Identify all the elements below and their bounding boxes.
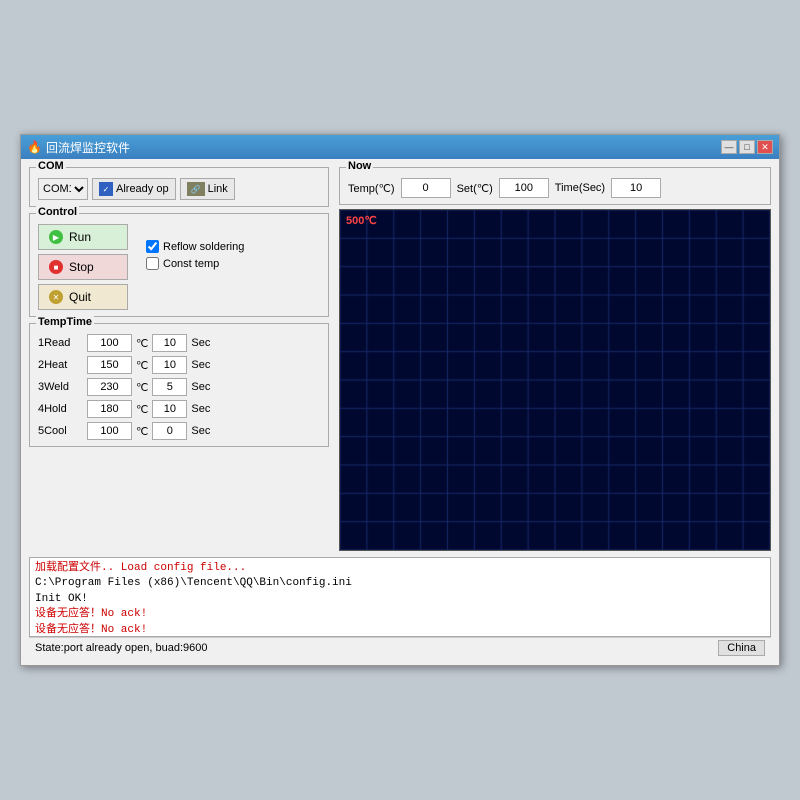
temp-unit: ℃: [136, 337, 148, 350]
control-row: ▶ Run ■ Stop ✕ Quit: [38, 220, 320, 310]
time-label: Time(Sec): [555, 182, 605, 194]
temp-time-row: 2Heat ℃ Sec: [38, 356, 320, 374]
quit-button[interactable]: ✕ Quit: [38, 284, 128, 310]
consttemp-checkbox[interactable]: [146, 257, 159, 270]
title-controls: — □ ✕: [721, 140, 773, 154]
com-group: COM COM1 COM2 COM3 ✓ Already op 🔗: [29, 167, 329, 207]
temp-time-row: 3Weld ℃ Sec: [38, 378, 320, 396]
title-bar: 🔥 回流焊监控软件 — □ ✕: [21, 135, 779, 159]
main-content: COM COM1 COM2 COM3 ✓ Already op 🔗: [21, 159, 779, 665]
control-group: Control ▶ Run ■ Stop: [29, 213, 329, 317]
run-button[interactable]: ▶ Run: [38, 224, 128, 250]
check-icon: ✓: [99, 182, 113, 196]
right-panel: Now Temp(℃) Set(℃) Time(Sec) 500℃: [339, 167, 771, 551]
link-icon: 🔗: [187, 182, 205, 196]
temp-unit: ℃: [136, 359, 148, 372]
link-label: Link: [208, 183, 228, 195]
temp-row-name: 1Read: [38, 337, 83, 349]
log-line: 加载配置文件.. Load config file...: [35, 561, 765, 576]
time-input[interactable]: [611, 178, 661, 198]
title-left: 🔥 回流焊监控软件: [27, 139, 130, 156]
temp-unit: ℃: [136, 381, 148, 394]
now-group-label: Now: [346, 160, 373, 172]
reflow-checkbox[interactable]: [146, 240, 159, 253]
temp-row-name: 4Hold: [38, 403, 83, 415]
temp-row-temp-input[interactable]: [87, 334, 132, 352]
temp-time-row: 1Read ℃ Sec: [38, 334, 320, 352]
minimize-button[interactable]: —: [721, 140, 737, 154]
com-group-label: COM: [36, 160, 66, 172]
temp-row-sec-input[interactable]: [152, 334, 187, 352]
temperature-chart: [340, 210, 770, 550]
consttemp-label: Const temp: [163, 258, 219, 270]
log-line: C:\Program Files (x86)\Tencent\QQ\Bin\co…: [35, 576, 765, 591]
status-bar: State:port already open, buad:9600 China: [29, 637, 771, 657]
sec-unit: Sec: [191, 381, 210, 393]
com-row: COM1 COM2 COM3 ✓ Already op 🔗 Link: [38, 178, 320, 200]
sec-unit: Sec: [191, 337, 210, 349]
stop-label: Stop: [69, 260, 94, 274]
main-window: 🔥 回流焊监控软件 — □ ✕ COM COM1 COM2 COM3: [20, 134, 780, 666]
china-button[interactable]: China: [718, 640, 765, 656]
temp-input[interactable]: [401, 178, 451, 198]
now-panel: Now Temp(℃) Set(℃) Time(Sec): [339, 167, 771, 205]
stop-icon: ■: [49, 260, 63, 274]
temp-row-sec-input[interactable]: [152, 356, 187, 374]
close-button[interactable]: ✕: [757, 140, 773, 154]
temp-time-row: 4Hold ℃ Sec: [38, 400, 320, 418]
temp-row-temp-input[interactable]: [87, 422, 132, 440]
log-area: 加载配置文件.. Load config file...C:\Program F…: [29, 557, 771, 637]
already-open-button[interactable]: ✓ Already op: [92, 178, 176, 200]
temp-row-sec-input[interactable]: [152, 400, 187, 418]
checkbox-group: Reflow soldering Const temp: [136, 220, 244, 310]
control-group-label: Control: [36, 206, 79, 218]
temp-row-temp-input[interactable]: [87, 400, 132, 418]
temp-row-name: 3Weld: [38, 381, 83, 393]
set-input[interactable]: [499, 178, 549, 198]
temp-row-name: 5Cool: [38, 425, 83, 437]
control-buttons: ▶ Run ■ Stop ✕ Quit: [38, 224, 128, 310]
temp-unit: ℃: [136, 403, 148, 416]
already-label: Already op: [116, 183, 169, 195]
status-text: State:port already open, buad:9600: [35, 642, 207, 654]
temp-unit: ℃: [136, 425, 148, 438]
com-select[interactable]: COM1 COM2 COM3: [38, 178, 88, 200]
link-button[interactable]: 🔗 Link: [180, 178, 235, 200]
temp-row-temp-input[interactable]: [87, 356, 132, 374]
temp-row-sec-input[interactable]: [152, 422, 187, 440]
temp-label: Temp(℃): [348, 182, 395, 195]
now-row: Temp(℃) Set(℃) Time(Sec): [348, 178, 762, 198]
temp-time-rows: 1Read ℃ Sec 2Heat ℃ Sec 3Weld ℃ Sec 4Hol…: [38, 334, 320, 440]
maximize-button[interactable]: □: [739, 140, 755, 154]
reflow-label: Reflow soldering: [163, 241, 244, 253]
temp-row-sec-input[interactable]: [152, 378, 187, 396]
temp-time-row: 5Cool ℃ Sec: [38, 422, 320, 440]
chart-container: 500℃: [339, 209, 771, 551]
stop-button[interactable]: ■ Stop: [38, 254, 128, 280]
log-line: 设备无应答！No ack!: [35, 623, 765, 637]
log-line: 设备无应答！No ack!: [35, 607, 765, 622]
sec-unit: Sec: [191, 359, 210, 371]
title-icon: 🔥: [27, 140, 42, 154]
sec-unit: Sec: [191, 403, 210, 415]
quit-label: Quit: [69, 290, 91, 304]
chart-temp-label: 500℃: [346, 214, 377, 227]
sec-unit: Sec: [191, 425, 210, 437]
run-label: Run: [69, 230, 91, 244]
run-icon: ▶: [49, 230, 63, 244]
temp-time-section: TempTime 1Read ℃ Sec 2Heat ℃ Sec 3Weld ℃…: [29, 323, 329, 447]
reflow-checkbox-row: Reflow soldering: [146, 240, 244, 253]
temp-time-label: TempTime: [36, 316, 94, 328]
set-label: Set(℃): [457, 182, 493, 195]
top-section: COM COM1 COM2 COM3 ✓ Already op 🔗: [29, 167, 771, 551]
consttemp-checkbox-row: Const temp: [146, 257, 244, 270]
temp-row-temp-input[interactable]: [87, 378, 132, 396]
temp-row-name: 2Heat: [38, 359, 83, 371]
left-panel: COM COM1 COM2 COM3 ✓ Already op 🔗: [29, 167, 329, 551]
window-title: 回流焊监控软件: [46, 139, 130, 156]
quit-icon: ✕: [49, 290, 63, 304]
log-line: Init OK!: [35, 592, 765, 607]
